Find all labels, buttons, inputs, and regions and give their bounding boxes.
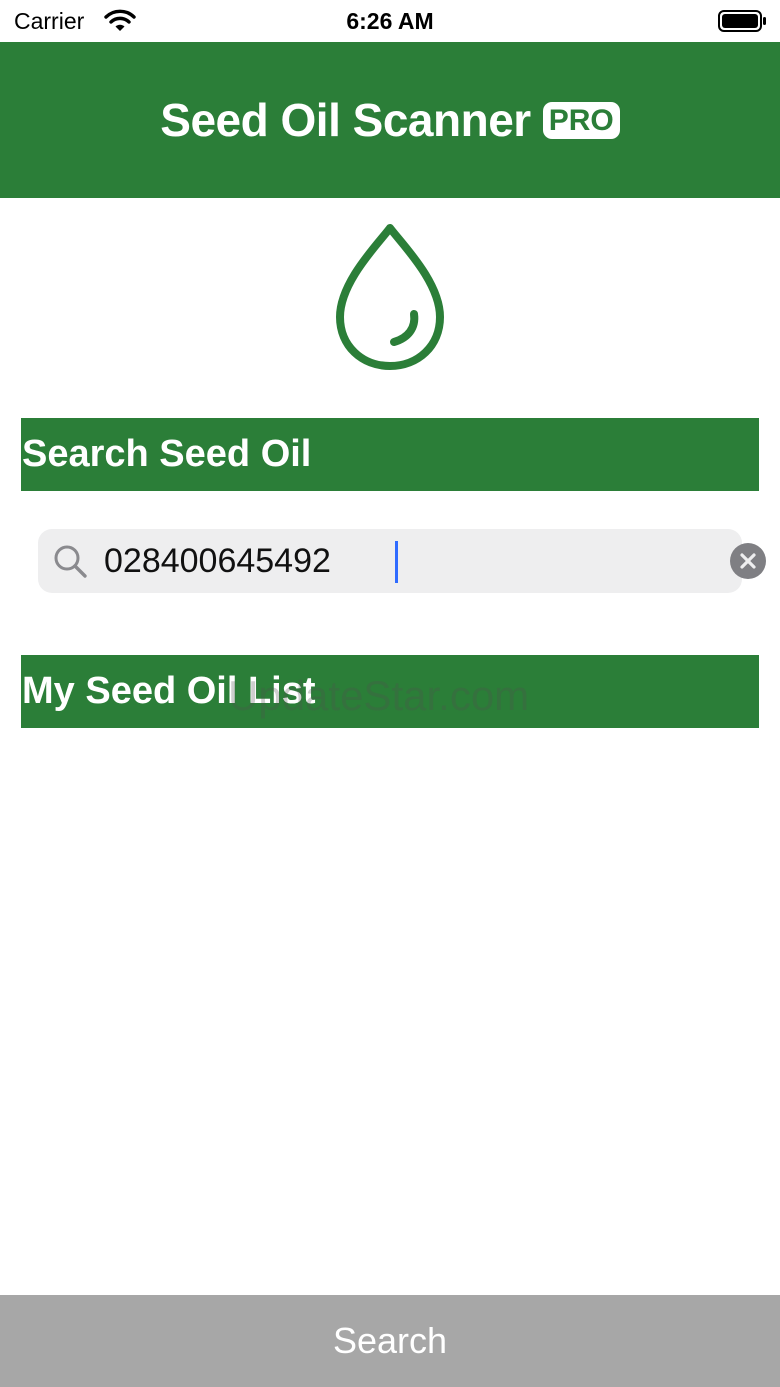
app-header: Seed Oil Scanner PRO	[0, 42, 780, 198]
search-section-title: Search Seed Oil	[21, 418, 759, 491]
search-field[interactable]	[38, 529, 766, 593]
magnifier-icon	[54, 545, 87, 578]
clear-circle-icon[interactable]	[730, 543, 766, 579]
status-time: 6:26 AM	[346, 8, 434, 34]
pro-badge: PRO	[542, 101, 620, 139]
text-caret	[395, 541, 398, 583]
app-screen: Carrier 6:26 AM Seed Oil Scanner PRO Sea…	[0, 0, 780, 1387]
battery-icon	[718, 10, 766, 32]
search-input[interactable]	[104, 537, 684, 585]
list-section-title: My Seed Oil List	[21, 655, 759, 728]
search-button[interactable]: Search	[0, 1295, 780, 1387]
app-title: Seed Oil Scanner	[160, 94, 531, 146]
status-bar: Carrier 6:26 AM	[0, 0, 780, 42]
oil-drop-icon	[336, 224, 444, 370]
